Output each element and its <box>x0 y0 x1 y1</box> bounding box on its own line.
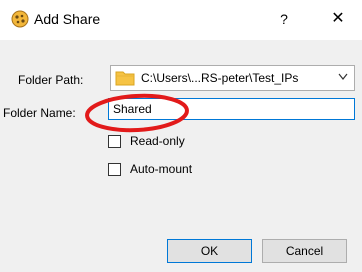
help-button[interactable]: ? <box>272 8 296 30</box>
close-button[interactable]: ✕ <box>326 8 350 30</box>
dialog-title: Add Share <box>34 11 101 27</box>
folder-name-label: Folder Name: <box>3 106 76 120</box>
cancel-button[interactable]: Cancel <box>262 239 347 263</box>
title-bar: Add Share ? ✕ <box>0 0 362 40</box>
folder-icon <box>115 71 135 86</box>
ok-button[interactable]: OK <box>167 239 252 263</box>
auto-mount-checkbox[interactable] <box>108 163 121 176</box>
dialog-body: Folder Path: C:\Users\...RS-peter\Test_I… <box>0 40 362 272</box>
folder-path-label: Folder Path: <box>18 73 84 87</box>
read-only-checkbox[interactable] <box>108 135 121 148</box>
chevron-down-icon[interactable] <box>338 73 348 81</box>
read-only-label: Read-only <box>130 134 185 148</box>
annotation-circle <box>85 93 189 133</box>
folder-path-combobox[interactable]: C:\Users\...RS-peter\Test_IPs <box>110 65 355 91</box>
folder-path-value: C:\Users\...RS-peter\Test_IPs <box>141 71 299 85</box>
auto-mount-label: Auto-mount <box>130 162 193 176</box>
virtualbox-icon <box>11 10 29 28</box>
